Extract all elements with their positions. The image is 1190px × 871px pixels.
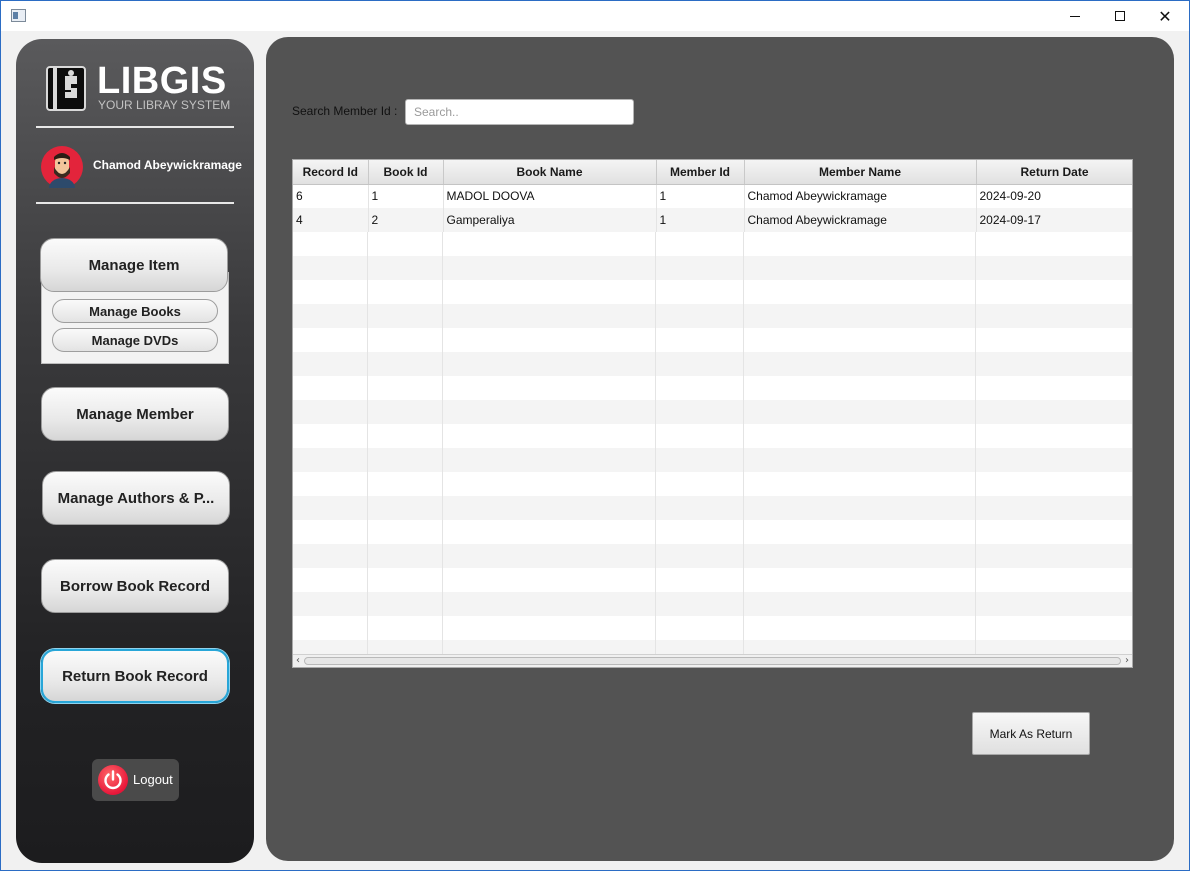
horizontal-scrollbar[interactable]: ‹ › bbox=[293, 654, 1132, 667]
close-icon: ✕ bbox=[1158, 6, 1172, 26]
scrollbar-thumb[interactable] bbox=[304, 657, 1121, 665]
app-icon bbox=[11, 9, 26, 22]
search-label: Search Member Id : bbox=[292, 104, 398, 118]
table-row[interactable]: 4 2 Gamperaliya 1 Chamod Abeywickramage … bbox=[293, 208, 1132, 232]
column-header[interactable]: Member Id bbox=[656, 160, 745, 185]
logo-title: LIBGIS bbox=[97, 60, 227, 102]
return-date-cell: 2024-09-17 bbox=[976, 208, 1132, 232]
record-id-cell: 4 bbox=[293, 208, 369, 232]
scroll-left-icon[interactable]: ‹ bbox=[293, 655, 303, 667]
title-bar: ✕ bbox=[1, 1, 1189, 31]
book-name-cell: MADOL DOOVA bbox=[443, 184, 657, 208]
grid-line bbox=[367, 232, 368, 656]
column-header[interactable]: Return Date bbox=[976, 160, 1132, 185]
table-header: Record Id Book Id Book Name Member Id Me… bbox=[293, 160, 1132, 185]
book-id-cell: 1 bbox=[368, 184, 444, 208]
manage-member-button[interactable]: Manage Member bbox=[41, 387, 229, 441]
book-name-cell: Gamperaliya bbox=[443, 208, 657, 232]
logout-button[interactable]: Logout bbox=[92, 759, 179, 801]
user-name: Chamod Abeywickramage bbox=[93, 158, 242, 172]
grid-line bbox=[975, 232, 976, 656]
close-button[interactable]: ✕ bbox=[1142, 1, 1188, 31]
manage-item-button[interactable]: Manage Item bbox=[40, 238, 228, 292]
minimize-button[interactable] bbox=[1052, 1, 1098, 31]
mark-as-return-button[interactable]: Mark As Return bbox=[972, 712, 1090, 755]
logout-label: Logout bbox=[133, 772, 173, 787]
empty-rows bbox=[293, 232, 1132, 656]
maximize-button[interactable] bbox=[1097, 1, 1143, 31]
grid-line bbox=[655, 232, 656, 656]
avatar-icon bbox=[41, 146, 83, 188]
book-id-cell: 2 bbox=[368, 208, 444, 232]
table-row[interactable]: 6 1 MADOL DOOVA 1 Chamod Abeywickramage … bbox=[293, 184, 1132, 208]
grid-line bbox=[442, 232, 443, 656]
column-header[interactable]: Book Id bbox=[368, 160, 444, 185]
grid-line bbox=[743, 232, 744, 656]
sidebar: LIBGIS YOUR LIBRAY SYSTEM Chamod Abeywic… bbox=[16, 39, 254, 863]
power-icon bbox=[98, 765, 128, 795]
manage-books-button[interactable]: Manage Books bbox=[52, 299, 218, 323]
return-book-record-button[interactable]: Return Book Record bbox=[41, 649, 229, 703]
column-header[interactable]: Record Id bbox=[293, 160, 369, 185]
return-records-table: Record Id Book Id Book Name Member Id Me… bbox=[292, 159, 1133, 668]
logo-subtitle: YOUR LIBRAY SYSTEM bbox=[98, 98, 231, 112]
records-grid: Record Id Book Id Book Name Member Id Me… bbox=[293, 160, 1132, 232]
main-panel: Search Member Id : Record Id Book Id Boo… bbox=[266, 37, 1174, 861]
divider bbox=[36, 202, 234, 204]
member-name-cell: Chamod Abeywickramage bbox=[744, 208, 977, 232]
borrow-book-record-button[interactable]: Borrow Book Record bbox=[41, 559, 229, 613]
maximize-icon bbox=[1115, 11, 1125, 21]
manage-authors-button[interactable]: Manage Authors & P... bbox=[42, 471, 230, 525]
return-date-cell: 2024-09-20 bbox=[976, 184, 1132, 208]
column-header[interactable]: Member Name bbox=[744, 160, 977, 185]
manage-dvds-button[interactable]: Manage DVDs bbox=[52, 328, 218, 352]
app-window: ✕ LIBGIS YOUR LIBRAY SYSTEM Chamod Abeyw… bbox=[0, 0, 1190, 871]
member-id-cell: 1 bbox=[656, 184, 745, 208]
record-id-cell: 6 bbox=[293, 184, 369, 208]
scroll-right-icon[interactable]: › bbox=[1122, 655, 1132, 667]
member-name-cell: Chamod Abeywickramage bbox=[744, 184, 977, 208]
minimize-icon bbox=[1070, 15, 1080, 17]
column-header[interactable]: Book Name bbox=[443, 160, 657, 185]
search-input[interactable] bbox=[405, 99, 634, 125]
member-id-cell: 1 bbox=[656, 208, 745, 232]
divider bbox=[36, 126, 234, 128]
book-logo-icon bbox=[46, 66, 86, 111]
